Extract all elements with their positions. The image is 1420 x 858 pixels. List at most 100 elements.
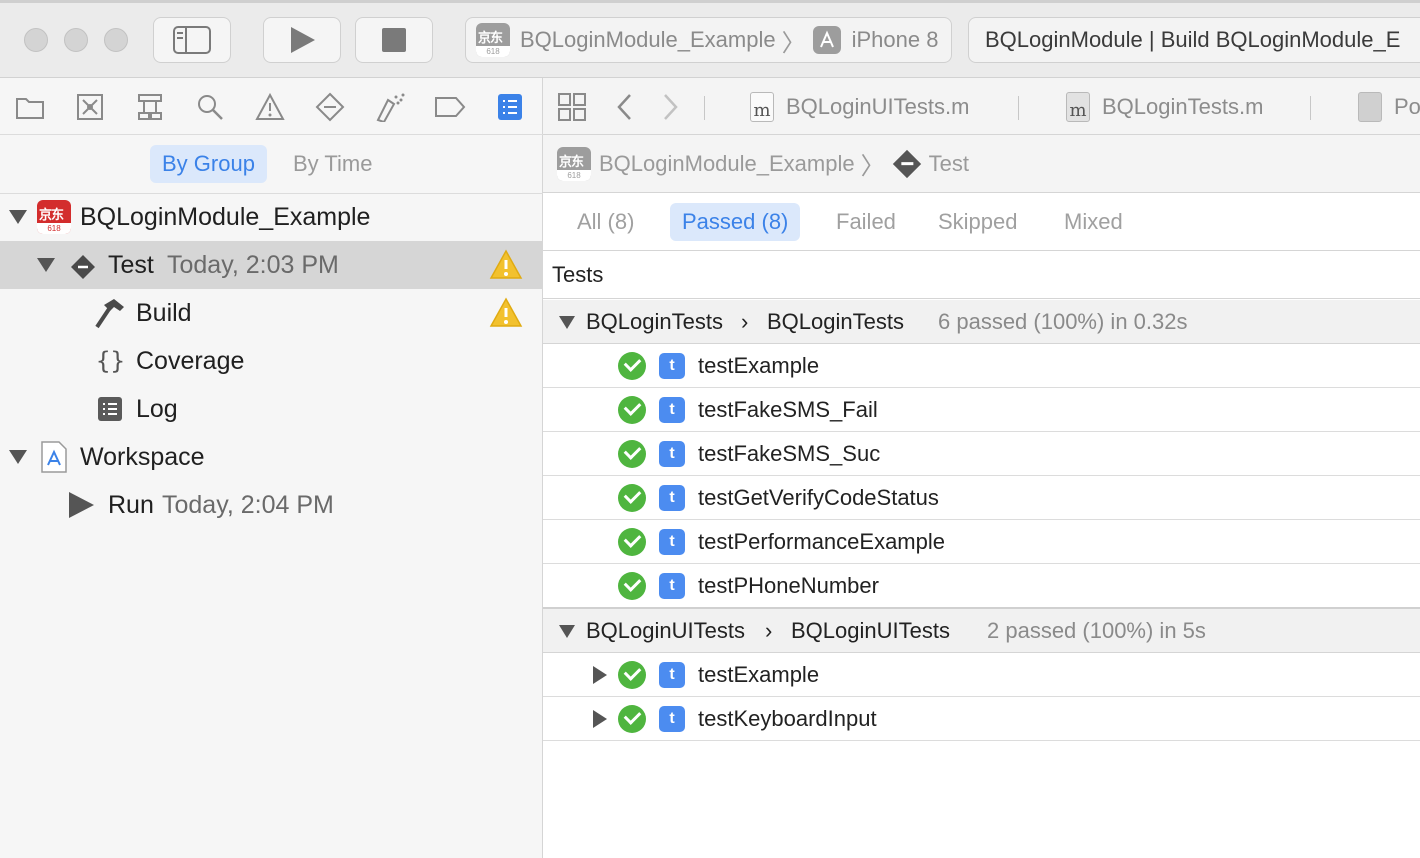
m-file-icon: m [750, 92, 774, 122]
by-time-tab[interactable]: By Time [281, 145, 384, 183]
group-summary: 2 passed (100%) in 5s [987, 617, 1206, 643]
build-label: Build [136, 298, 192, 327]
test-row[interactable]: t testFakeSMS_Fail [543, 388, 1420, 432]
separator [1310, 96, 1311, 120]
tab-bar: m BQLoginUITests.m m BQLoginTests.m Po [543, 78, 1420, 135]
log-label: Log [136, 394, 178, 423]
tree-row-coverage[interactable]: {} Coverage [0, 337, 543, 385]
separator [704, 96, 705, 120]
disclosure-expanded-icon[interactable] [559, 316, 575, 329]
test-name: testPerformanceExample [698, 528, 945, 554]
group-row[interactable]: BQLoginTests › BQLoginTests 6 passed (10… [543, 300, 1420, 344]
test-name: testKeyboardInput [698, 705, 877, 731]
test-row[interactable]: t testPerformanceExample [543, 520, 1420, 564]
tree-row-build[interactable]: Build [0, 289, 543, 337]
separator [1018, 96, 1019, 120]
passed-check-icon [618, 351, 646, 380]
app-icon-text: 京东 [39, 207, 64, 222]
back-icon[interactable] [615, 92, 635, 127]
hierarchy-icon[interactable] [134, 91, 166, 123]
warning-icon [489, 249, 523, 279]
disclosure-expanded-icon[interactable] [9, 210, 27, 224]
filter-mixed[interactable]: Mixed [1052, 203, 1135, 241]
forward-icon[interactable] [660, 92, 680, 127]
navigator-selector-bar [0, 78, 543, 135]
editor: m BQLoginUITests.m m BQLoginTests.m Po 京东 6… [543, 78, 1420, 858]
disclosure-expanded-icon[interactable] [37, 258, 55, 272]
source-control-icon[interactable] [74, 91, 106, 123]
test-row[interactable]: t testFakeSMS_Suc [543, 432, 1420, 476]
test-method-icon: t [659, 396, 685, 423]
warning-icon[interactable] [254, 91, 286, 123]
breakpoint-icon[interactable] [434, 91, 466, 123]
test-row[interactable]: t testGetVerifyCodeStatus [543, 476, 1420, 520]
tab-bqloginuitests-m[interactable]: m BQLoginUITests.m [750, 90, 969, 124]
test-row[interactable]: t testKeyboardInput [543, 697, 1420, 741]
passed-check-icon [618, 395, 646, 424]
tests-column-header: Tests [543, 251, 1420, 299]
passed-check-icon [618, 483, 646, 512]
test-name: testFakeSMS_Suc [698, 440, 881, 466]
title-bar: 京东 618 BQLoginModule_Example 〉 iPhone 8 B… [0, 0, 1420, 78]
scheme-name: BQLoginModule_Example [520, 27, 776, 52]
app-icon[interactable]: 京东 618 [557, 146, 591, 181]
breadcrumb-item[interactable]: Test [929, 151, 969, 177]
test-name: testFakeSMS_Fail [698, 396, 878, 422]
breadcrumb-project[interactable]: BQLoginModule_Example [599, 151, 855, 177]
m-file-icon: m [1066, 92, 1090, 122]
test-method-icon: t [659, 661, 685, 688]
group-suite: BQLoginUITests [791, 617, 950, 643]
filter-all[interactable]: All (8) [565, 203, 646, 241]
test-method-icon: t [659, 705, 685, 732]
tree-row-project[interactable]: 京东 618 BQLoginModule_Example [0, 193, 543, 241]
debug-icon[interactable] [374, 91, 406, 123]
project-label: BQLoginModule_Example [80, 202, 371, 231]
report-icon[interactable] [494, 91, 526, 123]
toggle-navigator-button[interactable] [153, 17, 231, 63]
tree-row-run[interactable]: Run Today, 2:04 PM [0, 481, 543, 529]
disclosure-collapsed-icon[interactable] [593, 710, 607, 728]
tree-row-log[interactable]: Log [0, 385, 543, 433]
stop-button[interactable] [355, 17, 433, 63]
filter-failed[interactable]: Failed [824, 203, 908, 241]
passed-check-icon [618, 572, 646, 600]
by-group-tab[interactable]: By Group [150, 145, 267, 183]
tab-bqlogintests-m[interactable]: m BQLoginTests.m [1066, 90, 1263, 124]
search-icon[interactable] [194, 91, 226, 123]
test-row[interactable]: t testExample [543, 344, 1420, 388]
folder-icon[interactable] [14, 91, 46, 123]
group-row[interactable]: BQLoginUITests › BQLoginUITests 2 passed… [543, 609, 1420, 653]
test-diamond-icon [70, 254, 96, 287]
test-row[interactable]: t testExample [543, 653, 1420, 697]
filter-passed[interactable]: Passed (8) [670, 203, 801, 241]
test-name: testGetVerifyCodeStatus [698, 484, 939, 510]
app-icon-text: 京东 [559, 153, 584, 169]
tree-row-workspace[interactable]: Workspace [0, 433, 543, 481]
test-row[interactable]: t testPHoneNumber [543, 564, 1420, 608]
group-suite: BQLoginTests [767, 308, 904, 334]
log-icon [97, 396, 123, 429]
top-strip [0, 0, 1420, 3]
app-icon-text: 京东 [478, 30, 503, 45]
test-time: Today, 2:03 PM [167, 250, 339, 279]
status-text: BQLoginModule | Build BQLoginModule_E [985, 27, 1401, 52]
disclosure-expanded-icon[interactable] [559, 625, 575, 638]
tab-truncated[interactable]: Po [1358, 90, 1420, 124]
filter-skipped[interactable]: Skipped [926, 203, 1030, 241]
test-method-icon: t [659, 440, 685, 467]
zoom-window-button[interactable] [104, 28, 128, 52]
disclosure-expanded-icon[interactable] [9, 450, 27, 464]
scheme-selector[interactable]: 京东 618 BQLoginModule_Example 〉 iPhone 8 [465, 17, 952, 63]
test-icon[interactable] [314, 91, 346, 123]
test-label: Test [108, 250, 154, 279]
disclosure-collapsed-icon[interactable] [593, 666, 607, 684]
run-button[interactable] [263, 17, 341, 63]
minimize-window-button[interactable] [64, 28, 88, 52]
grid-icon[interactable] [557, 92, 587, 127]
play-icon [67, 491, 95, 526]
close-window-button[interactable] [24, 28, 48, 52]
tree-row-test[interactable]: Test Today, 2:03 PM [0, 241, 543, 289]
hammer-icon [94, 297, 126, 336]
simulator-icon [812, 26, 841, 54]
passed-check-icon [618, 527, 646, 556]
